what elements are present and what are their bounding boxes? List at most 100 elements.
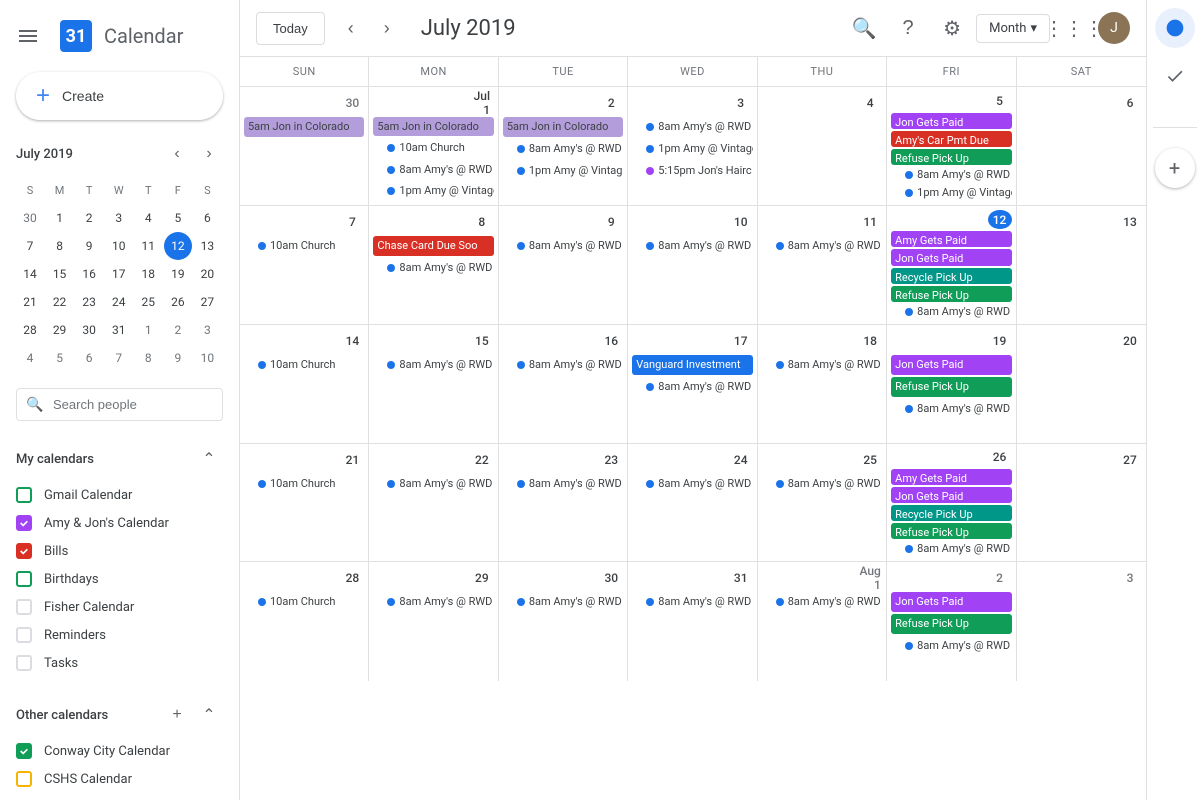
event-1-5-0[interactable]: Amy Gets Paid	[891, 231, 1011, 247]
day-num-20[interactable]: 20	[1118, 329, 1142, 353]
today-button[interactable]: Today	[256, 12, 325, 45]
event-0-5-2[interactable]: Refuse Pick Up	[891, 149, 1011, 165]
event-3-5-4[interactable]: 8am Amy's @ RWD	[891, 541, 1011, 557]
mini-cal-next[interactable]: ›	[195, 140, 223, 168]
mini-day-8[interactable]: 8	[134, 344, 162, 372]
my-calendars-collapse[interactable]: ⌃	[195, 445, 223, 473]
event-2-3-0[interactable]: Vanguard Investment	[632, 355, 752, 375]
day-num-2[interactable]: 2	[599, 91, 623, 115]
mini-day-10[interactable]: 10	[193, 344, 221, 372]
event-0-3-2[interactable]: 5:15pm Jon's Hairc	[632, 161, 752, 181]
day-num-13[interactable]: 13	[1118, 210, 1142, 234]
event-3-1-0[interactable]: 8am Amy's @ RWD	[373, 474, 493, 494]
event-1-0-0[interactable]: 10am Church	[244, 236, 364, 256]
mini-day-30[interactable]: 30	[16, 204, 44, 232]
cal-cell-4-3[interactable]: 318am Amy's @ RWD	[628, 562, 757, 681]
event-0-1-3[interactable]: 1pm Amy @ Vintage	[373, 181, 493, 200]
day-num-Aug 1[interactable]: Aug 1	[858, 566, 882, 590]
mini-day-15[interactable]: 15	[46, 260, 74, 288]
mini-day-9[interactable]: 9	[75, 232, 103, 260]
day-num-27[interactable]: 27	[1118, 448, 1142, 472]
day-num-14[interactable]: 14	[340, 329, 364, 353]
cal-checkbox-tasks[interactable]	[16, 655, 32, 671]
mini-day-7[interactable]: 7	[105, 344, 133, 372]
cal-cell-2-1[interactable]: 158am Amy's @ RWD	[369, 325, 498, 443]
user-avatar[interactable]: J	[1098, 12, 1130, 44]
cal-item-fisher-calendar[interactable]: Fisher Calendar	[0, 593, 239, 621]
cal-item-amy-&-jon's-calendar[interactable]: Amy & Jon's Calendar	[0, 509, 239, 537]
mini-cal-prev[interactable]: ‹	[163, 140, 191, 168]
mini-day-5[interactable]: 5	[46, 344, 74, 372]
apps-button[interactable]: ⋮⋮⋮	[1054, 8, 1094, 48]
cal-cell-1-2[interactable]: 98am Amy's @ RWD	[499, 206, 628, 324]
cal-item-birthdays[interactable]: Birthdays	[0, 565, 239, 593]
mini-day-12[interactable]: 12	[164, 232, 192, 260]
cal-cell-2-0[interactable]: 1410am Church	[240, 325, 369, 443]
cal-cell-0-1[interactable]: Jul 15am Jon in Colorado10am Church8am A…	[369, 87, 498, 205]
other-calendars-add[interactable]: +	[163, 701, 191, 729]
event-3-5-2[interactable]: Recycle Pick Up	[891, 505, 1011, 521]
event-1-5-2[interactable]: Recycle Pick Up	[891, 268, 1011, 284]
cal-checkbox-cshs-calendar[interactable]	[16, 771, 32, 787]
event-0-5-3[interactable]: 8am Amy's @ RWD	[891, 167, 1011, 183]
cal-cell-0-3[interactable]: 38am Amy's @ RWD1pm Amy @ Vintage5:15pm …	[628, 87, 757, 205]
day-num-10[interactable]: 10	[729, 210, 753, 234]
cal-cell-1-1[interactable]: 8Chase Card Due Soo8am Amy's @ RWD	[369, 206, 498, 324]
mini-day-4[interactable]: 4	[134, 204, 162, 232]
mini-day-29[interactable]: 29	[46, 316, 74, 344]
day-num-15[interactable]: 15	[470, 329, 494, 353]
cal-checkbox-gmail-calendar[interactable]	[16, 487, 32, 503]
day-num-3[interactable]: 3	[729, 91, 753, 115]
event-2-0-0[interactable]: 10am Church	[244, 355, 364, 375]
cal-item-bills[interactable]: Bills	[0, 537, 239, 565]
event-3-3-0[interactable]: 8am Amy's @ RWD	[632, 474, 752, 494]
day-num-17[interactable]: 17	[729, 329, 753, 353]
day-num-30[interactable]: 30	[340, 91, 364, 115]
event-1-3-0[interactable]: 8am Amy's @ RWD	[632, 236, 752, 256]
right-icon-1[interactable]	[1155, 8, 1195, 48]
mini-day-11[interactable]: 11	[134, 232, 162, 260]
view-selector[interactable]: Month ▾	[976, 14, 1050, 43]
day-num-6[interactable]: 6	[1118, 91, 1142, 115]
cal-cell-3-6[interactable]: 27	[1017, 444, 1146, 562]
mini-day-26[interactable]: 26	[164, 288, 192, 316]
event-0-1-1[interactable]: 10am Church	[373, 138, 493, 157]
my-calendars-header[interactable]: My calendars ⌃	[0, 437, 239, 481]
event-4-1-0[interactable]: 8am Amy's @ RWD	[373, 592, 493, 612]
cal-checkbox-conway-city-calendar[interactable]	[16, 743, 32, 759]
day-num-4[interactable]: 4	[858, 91, 882, 115]
mini-day-18[interactable]: 18	[134, 260, 162, 288]
mini-day-19[interactable]: 19	[164, 260, 192, 288]
cal-checkbox-reminders[interactable]	[16, 627, 32, 643]
cal-cell-4-4[interactable]: Aug 18am Amy's @ RWD	[758, 562, 887, 681]
next-month-button[interactable]: ›	[369, 10, 405, 46]
event-0-3-1[interactable]: 1pm Amy @ Vintage	[632, 139, 752, 159]
event-3-4-0[interactable]: 8am Amy's @ RWD	[762, 474, 882, 494]
day-num-7[interactable]: 7	[340, 210, 364, 234]
cal-cell-3-0[interactable]: 2110am Church	[240, 444, 369, 562]
mini-day-16[interactable]: 16	[75, 260, 103, 288]
cal-item-cshs-calendar[interactable]: CSHS Calendar	[0, 765, 239, 793]
search-people-input[interactable]	[16, 388, 223, 421]
cal-cell-1-4[interactable]: 118am Amy's @ RWD	[758, 206, 887, 324]
event-2-3-1[interactable]: 8am Amy's @ RWD	[632, 377, 752, 397]
event-0-2-0[interactable]: 5am Jon in Colorado	[503, 117, 623, 137]
event-0-2-1[interactable]: 8am Amy's @ RWD	[503, 139, 623, 159]
day-num-9[interactable]: 9	[599, 210, 623, 234]
event-4-5-0[interactable]: Jon Gets Paid	[891, 592, 1011, 612]
cal-cell-2-4[interactable]: 188am Amy's @ RWD	[758, 325, 887, 443]
mini-day-25[interactable]: 25	[134, 288, 162, 316]
mini-day-6[interactable]: 6	[75, 344, 103, 372]
event-0-5-0[interactable]: Jon Gets Paid	[891, 113, 1011, 129]
event-2-2-0[interactable]: 8am Amy's @ RWD	[503, 355, 623, 375]
mini-day-4[interactable]: 4	[16, 344, 44, 372]
day-num-28[interactable]: 28	[340, 566, 364, 590]
cal-cell-0-4[interactable]: 4	[758, 87, 887, 205]
mini-day-13[interactable]: 13	[193, 232, 221, 260]
event-1-2-0[interactable]: 8am Amy's @ RWD	[503, 236, 623, 256]
event-2-5-1[interactable]: Refuse Pick Up	[891, 377, 1011, 397]
cal-cell-2-2[interactable]: 168am Amy's @ RWD	[499, 325, 628, 443]
event-1-1-0[interactable]: Chase Card Due Soo	[373, 236, 493, 256]
cal-item-tasks[interactable]: Tasks	[0, 649, 239, 677]
cal-cell-1-5[interactable]: 12Amy Gets PaidJon Gets PaidRecycle Pick…	[887, 206, 1016, 324]
